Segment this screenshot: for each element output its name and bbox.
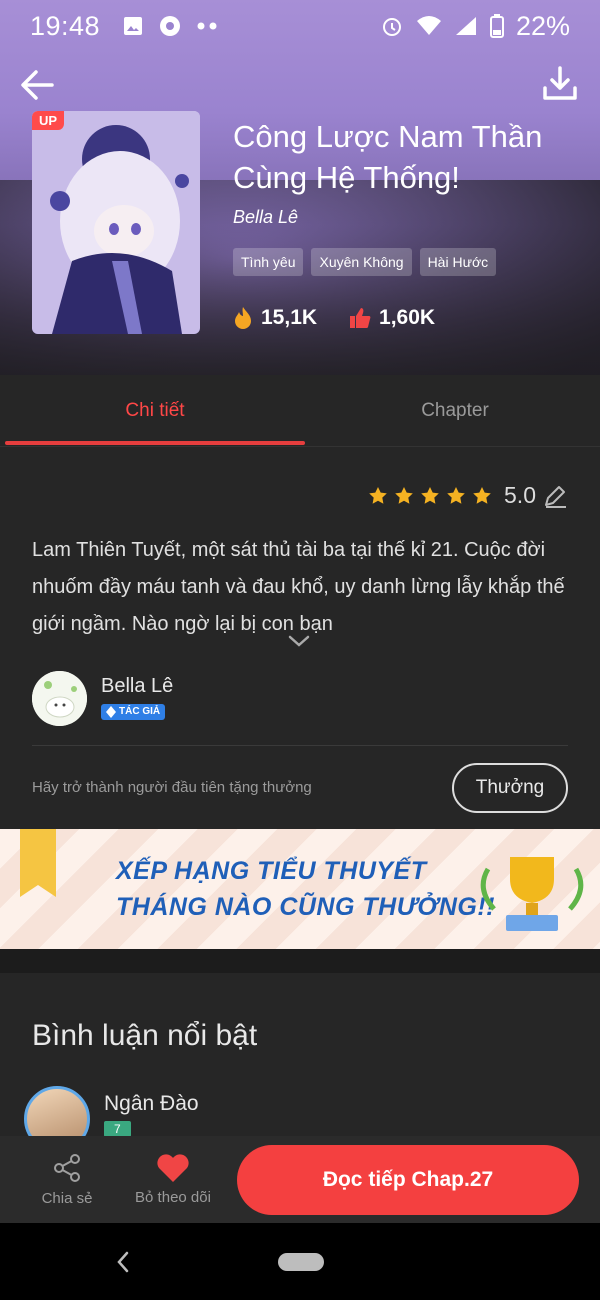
thumbs-up-icon [350,308,371,328]
more-dots-icon [197,22,217,30]
update-badge: UP [32,111,65,130]
star-icon [447,486,465,504]
tag-time-travel[interactable]: Xuyên Không [311,248,412,276]
commenter-name: Ngân Đào [104,1092,199,1115]
rating-value: 5.0 [504,482,536,508]
gift-prompt: Hãy trở thành người đầu tiên tặng thưởng [32,779,312,796]
book-cover[interactable]: UP [32,111,200,334]
fire-icon [235,307,251,329]
edit-pencil-icon[interactable] [542,483,568,509]
pen-nib-icon [106,705,116,718]
tag-comedy[interactable]: Hài Hước [419,248,497,276]
chrome-icon [160,16,181,36]
likes-stat: 1,60K [349,306,435,330]
tab-details[interactable]: Chi tiết [5,375,305,447]
system-nav-bar [0,1223,600,1300]
book-header: 19:48 22% UP Công Lược Nam Thần Cùng Hệ … [0,0,600,375]
likes-count: 1,60K [379,306,436,329]
avatar-illustration [32,671,87,726]
reward-button[interactable]: Thưởng [452,763,568,813]
ranking-banner[interactable]: XẾP HẠNG TIỂU THUYẾT THÁNG NÀO CŨNG THƯỞ… [0,829,600,949]
chevron-down-icon[interactable] [288,634,310,648]
banner-line-2: THÁNG NÀO CŨNG THƯỞNG!! [116,893,496,921]
cover-illustration [32,111,200,334]
nav-back-icon[interactable] [114,1249,132,1275]
wifi-icon [416,16,441,35]
status-bar: 19:48 22% [0,0,600,52]
nav-home-pill[interactable] [278,1253,324,1271]
back-arrow-icon[interactable] [16,64,58,106]
unfollow-button[interactable]: Bỏ theo dõi [126,1136,220,1223]
battery-icon [489,14,504,38]
featured-comments-title: Bình luận nổi bật [32,1019,258,1052]
active-tab-indicator [5,441,305,445]
status-time: 19:48 [30,10,101,41]
author-role-badge: TÁC GIẢ [101,703,166,720]
divider [32,745,568,746]
notification-icons [122,14,218,38]
book-stats: 15,1K 1,60K [233,306,435,330]
author-role-label: TÁC GIẢ [119,706,161,717]
author-name: Bella Lê [101,674,174,697]
unfollow-label: Bỏ theo dõi [135,1189,211,1206]
signal-icon [455,17,476,35]
trophy-icon [480,857,584,931]
author-avatar[interactable] [32,671,87,726]
genre-tags: Tình yêu Xuyên Không Hài Hước [233,248,497,276]
views-stat: 15,1K [233,306,317,330]
banner-line-1: XẾP HẠNG TIỂU THUYẾT [116,857,427,885]
continue-reading-button[interactable]: Đọc tiếp Chap.27 [237,1145,579,1215]
views-count: 15,1K [261,306,318,329]
share-button[interactable]: Chia sẻ [32,1136,102,1223]
bottom-action-bar: Chia sẻ Bỏ theo dõi Đọc tiếp Chap.27 [0,1136,600,1223]
battery-percent: 22% [515,10,570,41]
bookmark-ribbon-icon [20,829,56,897]
download-icon[interactable] [540,64,580,104]
share-label: Chia sẻ [41,1190,93,1207]
star-icon [395,486,413,504]
book-description: Lam Thiên Tuyết, một sát thủ tài ba tại … [32,539,565,635]
tab-chapter[interactable]: Chapter [305,375,600,447]
author-card[interactable]: Bella Lê TÁC GIẢ [32,671,173,726]
star-icon [421,486,439,504]
star-icon [369,486,387,504]
rating: 5.0 [368,482,568,509]
section-separator [0,949,600,973]
alarm-icon [382,18,401,36]
gallery-icon [124,17,143,35]
book-title: Công Lược Nam Thần Cùng Hệ Thống! [233,119,543,195]
tab-bar: Chi tiết Chapter [0,375,600,447]
tag-romance[interactable]: Tình yêu [233,248,304,276]
commenter-level: 7 [104,1121,131,1137]
star-icon [473,486,491,504]
share-icon [54,1154,80,1182]
heart-icon [157,1154,189,1182]
book-author[interactable]: Bella Lê [233,207,298,228]
